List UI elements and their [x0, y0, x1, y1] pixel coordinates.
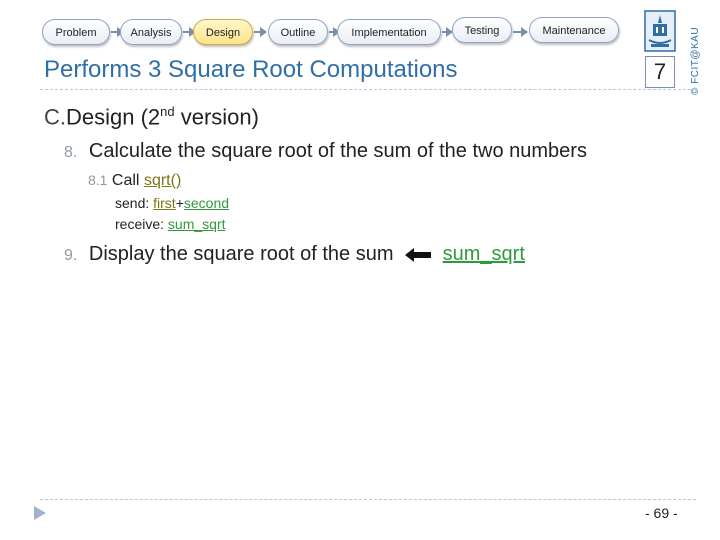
nav-arrow [513, 27, 528, 37]
nav-arrow [442, 27, 453, 37]
nav-step-design[interactable]: Design [193, 19, 253, 45]
step-9-text: Display the square root of the sum [88, 243, 394, 265]
send-label: send: [115, 195, 150, 211]
receive-value: sum_sqrt [167, 216, 226, 232]
university-logo-icon [644, 10, 676, 52]
step-8-1-number: 8.1 [88, 172, 108, 188]
receive-label: receive: [115, 216, 165, 232]
left-arrow-icon [405, 247, 432, 262]
step-9-value: sum_sqrt [442, 243, 525, 265]
copyright-text: © FCIT@KAU [690, 26, 701, 95]
section-heading-suffix: version) [174, 104, 259, 130]
page-number: - 69 - [645, 505, 678, 521]
nav-step-implementation[interactable]: Implementation [337, 19, 441, 45]
footer-divider [40, 499, 696, 500]
nav-step-problem[interactable]: Problem [42, 19, 110, 45]
nav-step-outline[interactable]: Outline [268, 19, 328, 45]
section-heading-sup: nd [160, 104, 175, 119]
nav-step-analysis[interactable]: Analysis [120, 19, 182, 45]
send-plus: + [175, 195, 184, 211]
step-9: 9. Display the square root of the sum su… [64, 243, 525, 266]
step-8-text: Calculate the square root of the sum of … [88, 140, 587, 162]
page-title: Performs 3 Square Root Computations [44, 56, 458, 83]
section-prefix: C. [44, 104, 66, 130]
sqrt-function-link[interactable]: sqrt() [144, 172, 181, 189]
nav-step-maintenance[interactable]: Maintenance [529, 17, 619, 43]
triangle-bullet-icon [34, 506, 46, 520]
send-first: first [153, 195, 176, 211]
section-heading-text: Design (2 [66, 104, 161, 130]
step-8-1: 8.1 Call sqrt() [88, 172, 181, 190]
step-8-1-call: Call [111, 172, 140, 189]
section-heading: C.Design (2nd version) [44, 104, 259, 130]
step-9-number: 9. [64, 247, 78, 264]
send-second: second [183, 195, 230, 211]
slide-number-badge: 7 [645, 56, 675, 88]
step-8-number: 8. [64, 144, 78, 161]
send-line: send: first+second [115, 195, 229, 211]
step-8: 8. Calculate the square root of the sum … [64, 140, 587, 163]
nav-step-testing[interactable]: Testing [452, 17, 512, 43]
title-divider [40, 89, 696, 90]
receive-line: receive: sum_sqrt [115, 216, 226, 232]
nav-arrow [254, 27, 267, 37]
